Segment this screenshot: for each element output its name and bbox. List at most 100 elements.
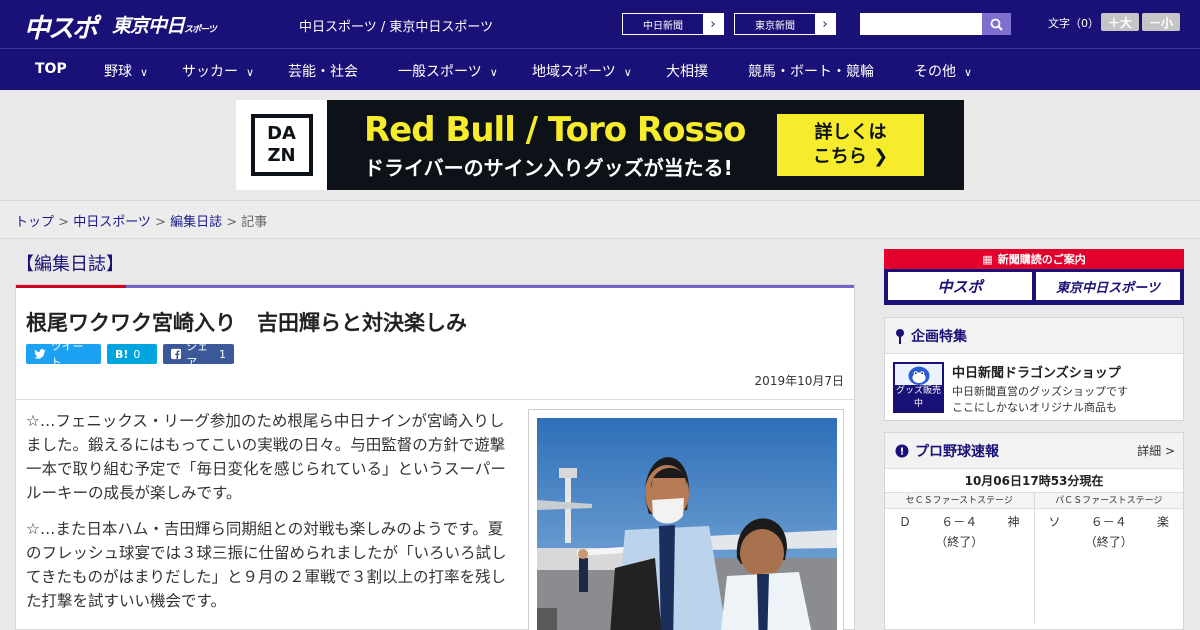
home-team: ソ: [1048, 515, 1061, 529]
breadcrumb-sep: >: [54, 215, 74, 230]
subscription-header: ▦ 新聞購読のご案内: [884, 249, 1184, 269]
search-box: [860, 13, 1011, 35]
ad-cta-line2: こちら ❯: [812, 146, 889, 167]
nav-item-other[interactable]: その他 ∨: [914, 61, 972, 81]
nav-label: サッカー: [182, 64, 238, 80]
dazn-logo-panel: DA ZN: [236, 100, 327, 190]
breadcrumb-sep: >: [222, 215, 242, 230]
nav-label: 一般スポーツ: [398, 64, 482, 80]
chevron-down-icon: ∨: [140, 66, 149, 79]
search-icon: [990, 18, 1003, 31]
scores-detail-link[interactable]: 詳細 >: [1137, 442, 1175, 459]
newspaper-icon: ▦: [982, 252, 993, 266]
score: ６－４: [941, 515, 978, 529]
dragons-shop-thumb-label: グッズ販売中: [895, 385, 942, 411]
tweet-button[interactable]: ツイート: [26, 340, 101, 369]
article-photo-frame: [528, 409, 844, 630]
article-divider: [16, 399, 854, 400]
breadcrumb-sep: >: [150, 215, 171, 230]
game-score[interactable]: セＣＳファーストステージ Ｄ ６－４ 神 （終了）: [885, 493, 1035, 623]
article-body: ☆…フェニックス・リーグ参加のため根尾ら中日ナインが宮崎入りしました。鍛えるには…: [26, 409, 508, 625]
font-size-label: 文字（0）: [1048, 17, 1099, 30]
ad-subline: ドライバーのサイン入りグッズが当たる!: [364, 156, 733, 180]
dragons-shop-title: 中日新聞ドラゴンズショップ: [952, 366, 1121, 381]
article-date: 2019年10月7日: [754, 374, 844, 388]
article: 根尾ワクワク宮崎入り 吉田輝らと対決楽しみ ツイート B! 0 シェア 1 20…: [15, 284, 855, 630]
dazn-logo: DA ZN: [250, 114, 313, 176]
tokyo-chunichi-logo-small: スポーツ: [184, 25, 217, 35]
special-features-header: 企画特集: [885, 318, 1183, 354]
scores-title: プロ野球速報: [915, 443, 999, 460]
home-team: Ｄ: [899, 515, 912, 529]
tokyo-chunichi-subscribe-logo[interactable]: 東京中日スポーツ: [1036, 272, 1180, 300]
facebook-share-button[interactable]: シェア 1: [163, 340, 234, 369]
nav-item-sumo[interactable]: 大相撲: [666, 61, 708, 81]
dragons-shop-desc-1: 中日新聞直営のグッズショップです: [952, 385, 1128, 398]
dragons-shop-text: 中日新聞ドラゴンズショップ 中日新聞直営のグッズショップです ここにしかないオリ…: [952, 362, 1128, 416]
dragons-shop-item[interactable]: グッズ販売中 中日新聞ドラゴンズショップ 中日新聞直営のグッズショップです ここ…: [885, 354, 1183, 424]
section-title: 【編集日誌】: [16, 254, 124, 275]
chuspo-logo[interactable]: 中スポ: [24, 8, 98, 45]
scores-updated-time: 10月06日17時53分現在: [885, 469, 1183, 493]
share-buttons: ツイート B! 0 シェア 1: [26, 340, 234, 369]
subscription-logos: 中スポ 東京中日スポーツ: [884, 269, 1184, 303]
nav-label: その他: [914, 64, 956, 80]
article-title: 根尾ワクワク宮崎入り 吉田輝らと対決楽しみ: [26, 311, 467, 335]
tokyo-shimbun-button[interactable]: 東京新聞 ›: [734, 13, 836, 35]
chevron-down-icon: ∨: [964, 66, 973, 79]
dragons-mascot-icon: [908, 366, 929, 385]
breadcrumb-top[interactable]: トップ: [15, 215, 54, 230]
breadcrumb-chunichi-sports[interactable]: 中日スポーツ: [73, 215, 151, 230]
link-chunichi-sports[interactable]: 中日スポーツ: [299, 20, 377, 35]
subscription-banner[interactable]: ▦ 新聞購読のご案内 中スポ 東京中日スポーツ: [884, 249, 1184, 305]
away-team: 楽: [1156, 515, 1169, 529]
nav-label: 野球: [104, 64, 132, 80]
article-top-border: [16, 285, 854, 288]
players-at-airport-photo: [537, 418, 837, 630]
font-larger-button[interactable]: ＋大: [1101, 13, 1139, 31]
top-header: 中スポ 東京中日スポーツ 中日スポーツ / 東京中日スポーツ 中日新聞 › 東京…: [0, 0, 1200, 48]
game-score-row: Ｄ ６－４ 神: [885, 509, 1034, 530]
ad-cta-button[interactable]: 詳しくは こちら ❯: [777, 114, 924, 176]
nav-item-racing[interactable]: 競馬・ボート・競輪: [748, 61, 874, 81]
hatena-icon: B!: [115, 347, 129, 361]
nav-label: 芸能・社会: [288, 64, 358, 80]
breadcrumb: トップ > 中日スポーツ > 編集日誌 > 記事: [0, 200, 1200, 239]
breadcrumb-editorial-diary[interactable]: 編集日誌: [170, 215, 222, 230]
dragons-shop-thumbnail: グッズ販売中: [893, 362, 944, 413]
dazn-logo-line1: DA: [267, 123, 296, 144]
nav-item-soccer[interactable]: サッカー ∨: [182, 61, 254, 81]
tokyo-chunichi-logo[interactable]: 東京中日スポーツ: [112, 11, 217, 38]
game-status: （終了）: [935, 535, 984, 549]
article-paragraph: ☆…フェニックス・リーグ参加のため根尾ら中日ナインが宮崎入りしました。鍛えるには…: [26, 412, 506, 502]
dazn-banner-ad[interactable]: DA ZN Red Bull / Toro Rosso ドライバーのサイン入りグ…: [236, 100, 964, 190]
dragons-shop-desc-2: ここにしかないオリジナル商品も: [952, 401, 1117, 414]
nav-item-entertainment[interactable]: 芸能・社会: [288, 61, 358, 81]
tokyo-shimbun-label: 東京新聞: [755, 20, 795, 32]
tweet-label: ツイート: [50, 340, 84, 369]
facebook-share-count: 1: [219, 347, 226, 361]
chuspo-subscribe-logo[interactable]: 中スポ: [888, 272, 1032, 300]
special-features-title: 企画特集: [911, 328, 967, 345]
chevron-down-icon: ∨: [623, 66, 632, 79]
game-score-row: ソ ６－４ 楽: [1035, 509, 1184, 530]
special-features-box: 企画特集 グッズ販売中 中日新聞ドラゴンズショップ 中日新聞直営のグッズショップ…: [884, 317, 1184, 421]
game-score[interactable]: パＣＳファーストステージ ソ ６－４ 楽 （終了）: [1034, 493, 1184, 623]
nav-item-top[interactable]: TOP: [35, 61, 67, 77]
search-input[interactable]: [860, 13, 982, 35]
nav-item-baseball[interactable]: 野球 ∨: [104, 61, 148, 81]
font-smaller-button[interactable]: －小: [1142, 13, 1180, 31]
search-button[interactable]: [982, 13, 1011, 35]
chevron-down-icon: ∨: [246, 66, 255, 79]
nav-label: 地域スポーツ: [532, 64, 616, 80]
chunichi-shimbun-button[interactable]: 中日新聞 ›: [622, 13, 724, 35]
dazn-logo-line2: ZN: [267, 145, 296, 166]
article-photo[interactable]: [537, 418, 837, 630]
nav-item-general-sports[interactable]: 一般スポーツ ∨: [398, 61, 498, 81]
nav-item-local-sports[interactable]: 地域スポーツ ∨: [532, 61, 632, 81]
chunichi-shimbun-label: 中日新聞: [643, 20, 683, 32]
link-tokyo-chunichi-sports[interactable]: 東京中日スポーツ: [389, 20, 493, 35]
svg-text:!: !: [900, 446, 905, 457]
score-games: セＣＳファーストステージ Ｄ ６－４ 神 （終了） パＣＳファーストステージ ソ…: [885, 493, 1183, 623]
hatena-bookmark-button[interactable]: B! 0: [107, 344, 157, 364]
